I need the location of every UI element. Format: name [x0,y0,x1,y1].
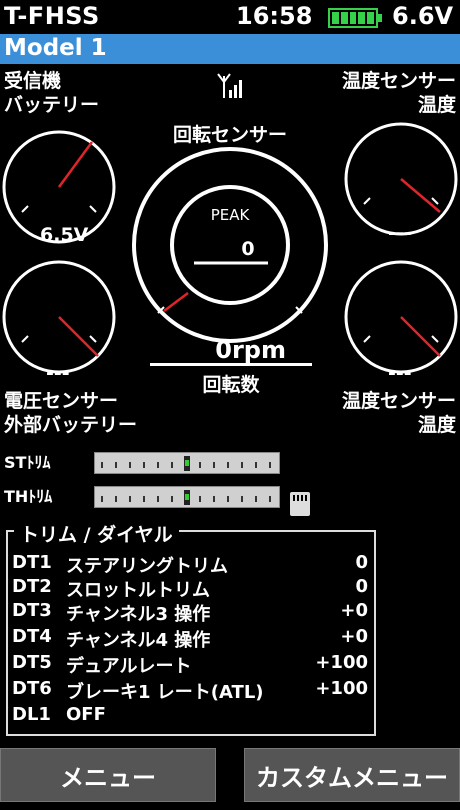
system-mode: T-FHSS [4,2,100,30]
st-trim-label: STﾄﾘﾑ [4,453,51,472]
th-trim-label: THﾄﾘﾑ [4,487,53,506]
status-bar: T-FHSS 16:58 6.6V [0,0,460,34]
voltage-ext-label-line2: 外部バッテリー [4,414,138,436]
voltage-ext-label-line1: 電圧センサー [4,390,119,412]
trim-row: DL1 OFF [12,704,106,725]
temp-lower-label-line2: 温度 [417,414,456,436]
trim-row: DT3 チャンネル3 操作 +0 [12,600,368,625]
clock: 16:58 [236,2,313,30]
receiver-label-line2: バッテリー [4,94,100,116]
signal-antenna-icon [216,72,244,104]
model-name: Model 1 [4,35,107,61]
battery-icon [328,8,382,28]
temp-upper-value: --- [388,222,412,244]
trim-dial-title: トリム / ダイヤル [14,520,179,547]
temp-lower-gauge [342,258,460,376]
rpm-value: 0rpm [215,336,286,364]
receiver-label-line1: 受信機 [4,70,62,92]
st-trim-bar [94,452,280,474]
temp-upper-gauge [342,120,460,238]
rpm-sensor-title: 回転センサー [172,124,287,146]
temp-lower-value: --- [388,362,412,384]
voltage-ext-gauge [0,258,118,376]
rpm-underline [150,363,312,366]
rpm-caption: 回転数 [202,374,260,396]
temp-lower-label-line1: 温度センサー [341,390,456,412]
voltage-ext-value: --- [46,362,70,384]
menu-button[interactable]: メニュー [0,748,216,802]
custom-menu-button[interactable]: カスタムメニュー [244,748,460,802]
sd-card-icon [290,492,310,516]
trim-row: DT1 ステアリングトリム 0 [12,552,368,577]
peak-value: 0 [241,238,255,260]
peak-label: PEAK [210,206,250,224]
model-bar[interactable]: Model 1 [0,34,460,64]
temp-upper-label-line1: 温度センサー [341,70,456,92]
th-trim-bar [94,486,280,508]
receiver-voltage-value: 6.5V [40,224,89,246]
trim-row: DT5 デュアルレート +100 [12,652,368,677]
trim-row: DT2 スロットルトリム 0 [12,576,368,601]
trim-row: DT6 ブレーキ1 レート(ATL) +100 [12,678,368,703]
transmitter-voltage: 6.6V [392,2,454,30]
trim-row: DT4 チャンネル4 操作 +0 [12,626,368,651]
temp-upper-label-line2: 温度 [417,94,456,116]
